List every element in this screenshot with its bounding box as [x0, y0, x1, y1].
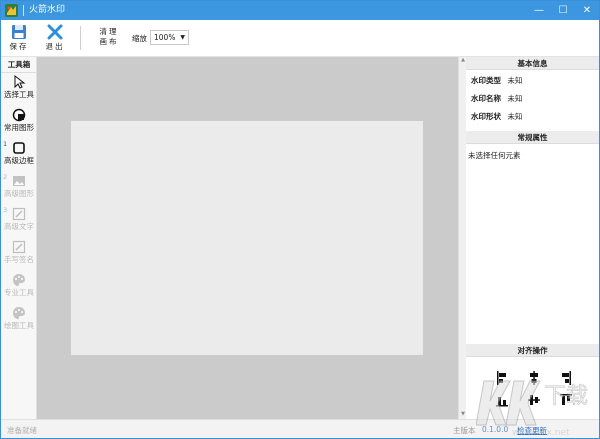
- zoom-value: 100%: [154, 33, 176, 42]
- tool-signature[interactable]: 手写签名: [1, 240, 37, 270]
- general-props-title: 常规属性: [466, 131, 599, 144]
- no-selection-text: 未选择任何元素: [468, 151, 521, 160]
- exit-button[interactable]: 退出: [42, 22, 68, 55]
- tool-drawing-label: 绘图工具: [4, 321, 34, 330]
- info-row-shape: 水印形状 未知: [471, 111, 522, 122]
- zoom-dropdown[interactable]: 100% ▼: [150, 30, 189, 45]
- palette-icon: [13, 274, 25, 286]
- chevron-down-icon: ▼: [180, 34, 185, 41]
- info-value: 未知: [507, 94, 523, 103]
- tool-drawing[interactable]: 绘图工具: [1, 306, 37, 336]
- image-icon: [13, 176, 25, 186]
- palette-icon: [13, 307, 25, 319]
- tool-number: 2: [3, 173, 8, 181]
- info-key: 水印形状: [471, 112, 501, 121]
- svg-text:下载: 下载: [544, 384, 588, 409]
- text-edit-icon: [12, 207, 26, 221]
- border-icon: [13, 142, 25, 154]
- exit-label: 退出: [45, 42, 65, 51]
- main-toolbar: 保存 退出 清理 画布 缩放 100% ▼: [1, 20, 599, 57]
- tool-select[interactable]: 选择工具: [1, 75, 37, 105]
- minimize-button[interactable]: —: [527, 1, 551, 20]
- toolbox-panel: 工具箱 选择工具 常用图形 1 高级边框 2 高级图形 3 高级文字 手写签名 …: [1, 57, 37, 419]
- window-title: 火箭水印: [29, 5, 66, 15]
- maximize-button[interactable]: ☐: [551, 1, 575, 20]
- tool-number: 1: [3, 140, 8, 148]
- clear-canvas-button[interactable]: 清理 画布: [95, 27, 123, 47]
- title-bar: 火箭水印 — ☐ ✕: [1, 1, 599, 20]
- toolbox-title: 工具箱: [1, 59, 37, 73]
- tool-advanced-image-label: 高级图形: [4, 189, 34, 198]
- app-window: 火箭水印 — ☐ ✕ 保存 退出 清理 画布 缩放 100% ▼ 工具箱 选择工…: [0, 0, 600, 439]
- cursor-icon: [14, 75, 26, 89]
- save-icon: [12, 25, 26, 39]
- canvas-page[interactable]: [71, 121, 423, 355]
- tool-professional-label: 专业工具: [4, 288, 34, 297]
- zoom-label: 缩放: [132, 34, 147, 43]
- exit-icon: [47, 24, 63, 40]
- site-watermark-logo: 下载 www.kkx.net: [476, 380, 588, 437]
- basic-info-title: 基本信息: [466, 57, 599, 70]
- tool-advanced-image[interactable]: 2 高级图形: [1, 173, 37, 204]
- signature-icon: [12, 240, 26, 254]
- tool-advanced-border[interactable]: 1 高级边框: [1, 140, 37, 171]
- save-button[interactable]: 保存: [6, 22, 32, 55]
- vertical-scrollbar[interactable]: ▲ ▼: [458, 57, 466, 419]
- tool-advanced-border-label: 高级边框: [4, 156, 34, 165]
- svg-text:www.kkx.net: www.kkx.net: [512, 428, 570, 437]
- tool-number: 3: [3, 206, 8, 214]
- info-key: 水印类型: [471, 76, 501, 85]
- clear-canvas-label-line2: 画布: [99, 37, 119, 46]
- shapes-icon: [12, 108, 26, 122]
- canvas-area[interactable]: [37, 57, 458, 419]
- tool-common-shapes-label: 常用图形: [4, 123, 34, 132]
- info-value: 未知: [507, 76, 523, 85]
- tool-common-shapes[interactable]: 常用图形: [1, 108, 37, 138]
- tool-advanced-text-label: 高级文字: [4, 222, 34, 231]
- toolbar-divider: [80, 26, 81, 50]
- tool-professional[interactable]: 专业工具: [1, 273, 37, 303]
- close-button[interactable]: ✕: [575, 1, 599, 20]
- save-label: 保存: [9, 42, 29, 51]
- version-label: 主版本: [453, 426, 476, 435]
- clear-canvas-label-line1: 清理: [99, 27, 119, 36]
- title-separator: [23, 5, 24, 16]
- app-logo-icon: [5, 4, 18, 17]
- info-row-name: 水印名称 未知: [471, 93, 522, 104]
- info-row-type: 水印类型 未知: [471, 75, 522, 86]
- tool-select-label: 选择工具: [4, 90, 34, 99]
- info-value: 未知: [507, 112, 523, 121]
- info-key: 水印名称: [471, 94, 501, 103]
- tool-advanced-text[interactable]: 3 高级文字: [1, 206, 37, 237]
- tool-signature-label: 手写签名: [4, 255, 34, 264]
- status-text: 准备就绪: [7, 426, 37, 435]
